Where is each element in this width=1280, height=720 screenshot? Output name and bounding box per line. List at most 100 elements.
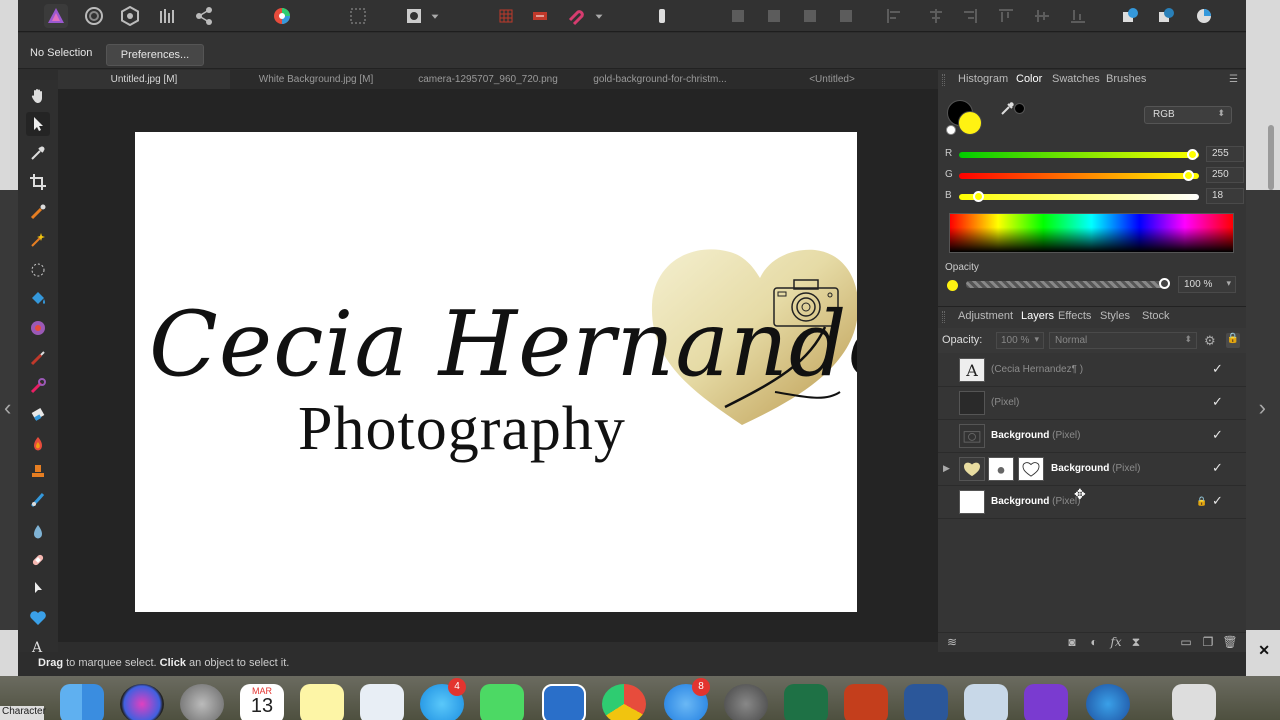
channel-b-value[interactable]: 18 xyxy=(1206,188,1244,204)
tab-stock[interactable]: Stock xyxy=(1142,310,1170,322)
blend-mode-select[interactable]: Normal ⬍ xyxy=(1049,332,1197,349)
excel-icon[interactable] xyxy=(784,684,828,720)
chrome-icon[interactable] xyxy=(602,684,646,720)
channel-r-slider[interactable] xyxy=(959,152,1199,158)
visibility-check-icon[interactable]: ✓ xyxy=(1212,493,1223,509)
live-filter-icon[interactable]: ⧗ xyxy=(1128,635,1144,651)
flood-fill-tool-icon[interactable] xyxy=(26,287,50,311)
layer-row-background-heart[interactable]: ▶ Background (Pixel) ✓ xyxy=(938,453,1246,486)
layer-row-background-white[interactable]: Background (Pixel) 🔒 ✓ xyxy=(938,486,1246,519)
color-spectrum[interactable] xyxy=(949,213,1234,253)
screenflow-icon[interactable] xyxy=(542,684,586,720)
expand-arrow-icon[interactable]: ▶ xyxy=(943,463,950,474)
channel-g-value[interactable]: 250 xyxy=(1206,167,1244,183)
channel-r-value[interactable]: 255 xyxy=(1206,146,1244,162)
panel-grip[interactable] xyxy=(942,74,945,86)
affinity-photo-icon[interactable] xyxy=(1024,684,1068,720)
snapping-dropdown-icon[interactable] xyxy=(592,4,606,28)
new-layer-icon[interactable]: ❐ xyxy=(1200,635,1216,651)
layer-lock-icon[interactable]: 🔒 xyxy=(1196,496,1207,507)
notes-icon[interactable] xyxy=(300,684,344,720)
fx-icon[interactable]: fx xyxy=(1108,635,1124,651)
gear-icon[interactable]: ⚙ xyxy=(1204,333,1216,349)
shape-tool-icon[interactable] xyxy=(26,606,50,630)
channel-g-slider[interactable] xyxy=(959,173,1199,179)
visibility-check-icon[interactable]: ✓ xyxy=(1212,460,1223,476)
selection-brush-tool-icon[interactable] xyxy=(26,200,50,224)
preview-icon[interactable] xyxy=(360,684,404,720)
opacity-slider[interactable] xyxy=(966,281,1166,288)
crop-tool-icon[interactable] xyxy=(26,170,50,194)
erase-tool-icon[interactable] xyxy=(26,402,50,426)
tab-untitled-jpg[interactable]: Untitled.jpg [M] xyxy=(58,70,230,89)
channel-g-knob[interactable] xyxy=(1183,170,1194,181)
tab-adjustment[interactable]: Adjustment xyxy=(958,310,1013,322)
tone-mapping-persona-icon[interactable] xyxy=(156,4,180,28)
paint-brush-tool-icon[interactable] xyxy=(26,346,50,370)
develop-persona-icon[interactable] xyxy=(118,4,142,28)
subtract-shape-icon[interactable] xyxy=(1154,4,1178,28)
adjustment-icon[interactable]: ◐ xyxy=(1086,635,1102,651)
smudge-tool-icon[interactable] xyxy=(26,488,50,512)
channel-r-knob[interactable] xyxy=(1187,149,1198,160)
tab-effects[interactable]: Effects xyxy=(1058,310,1091,322)
secondary-color-swatch[interactable] xyxy=(958,111,982,135)
tab-styles[interactable]: Styles xyxy=(1100,310,1130,322)
tab-brushes[interactable]: Brushes xyxy=(1106,73,1146,85)
clone-tool-icon[interactable] xyxy=(26,460,50,484)
document-canvas[interactable]: Cecia Hernandez Photography xyxy=(135,132,857,612)
tab-color[interactable]: Color xyxy=(1016,73,1042,85)
grid-icon[interactable] xyxy=(494,4,518,28)
calendar-icon[interactable]: MAR 13 xyxy=(240,684,284,720)
tab-histogram[interactable]: Histogram xyxy=(958,73,1008,85)
transform-icon[interactable] xyxy=(528,4,552,28)
tab-white-background[interactable]: White Background.jpg [M] xyxy=(230,70,402,89)
lock-icon[interactable]: 🔒 xyxy=(1226,333,1240,348)
tab-camera-png[interactable]: camera-1295707_960_720.png xyxy=(402,70,574,89)
healing-brush-tool-icon[interactable] xyxy=(26,548,50,572)
blur-tool-icon[interactable] xyxy=(26,520,50,544)
transparent-swatch[interactable] xyxy=(946,125,956,135)
opacity-knob[interactable] xyxy=(1159,278,1170,289)
dodge-tool-icon[interactable] xyxy=(26,432,50,456)
layer-row-pixel[interactable]: (Pixel) ✓ xyxy=(938,387,1246,420)
layers-stack-icon[interactable]: ≋ xyxy=(944,635,960,651)
visibility-check-icon[interactable]: ✓ xyxy=(1212,361,1223,377)
marquee-select-icon[interactable] xyxy=(346,4,370,28)
preferences-button[interactable]: Preferences... xyxy=(106,44,204,66)
visibility-check-icon[interactable]: ✓ xyxy=(1212,394,1223,410)
chevron-right-icon[interactable]: › xyxy=(1259,395,1266,421)
tab-untitled-new[interactable]: <Untitled> xyxy=(746,70,918,89)
assistant-icon[interactable] xyxy=(650,4,674,28)
pen-tool-icon[interactable] xyxy=(26,576,50,600)
hand-tool-icon[interactable] xyxy=(26,84,50,108)
powerpoint-icon[interactable] xyxy=(844,684,888,720)
folder-icon[interactable]: ▭ xyxy=(1178,635,1194,651)
panel-menu-icon[interactable]: ☰ xyxy=(1229,74,1238,85)
system-preferences-icon[interactable] xyxy=(724,684,768,720)
photo-persona-icon[interactable] xyxy=(44,4,68,28)
tab-gold-background[interactable]: gold-background-for-christm... xyxy=(574,70,746,89)
liquify-persona-icon[interactable] xyxy=(82,4,106,28)
color-picker-tool-icon[interactable] xyxy=(26,141,50,165)
launchpad-icon[interactable] xyxy=(180,684,224,720)
messages-icon[interactable]: 4 xyxy=(420,678,466,720)
flood-select-tool-icon[interactable] xyxy=(26,228,50,252)
close-icon[interactable]: ✕ xyxy=(1258,642,1270,659)
app-store-icon[interactable]: 8 xyxy=(664,678,710,720)
dropdown-arrow-icon[interactable] xyxy=(428,4,442,28)
tab-swatches[interactable]: Swatches xyxy=(1052,73,1100,85)
color-replacement-tool-icon[interactable] xyxy=(26,374,50,398)
screen-recorder-icon[interactable] xyxy=(1086,684,1130,720)
mask-mode-icon[interactable] xyxy=(402,4,426,28)
channel-b-slider[interactable] xyxy=(959,194,1199,200)
picked-color-dot[interactable] xyxy=(1014,103,1025,114)
intersect-shape-icon[interactable] xyxy=(1192,4,1216,28)
canvas-area[interactable]: Cecia Hernandez Photography xyxy=(58,89,938,642)
trash-dock-icon[interactable] xyxy=(1172,684,1216,720)
trash-icon[interactable]: 🗑 xyxy=(1222,635,1238,651)
gradient-tool-icon[interactable] xyxy=(26,316,50,340)
layer-row-text[interactable]: A (Cecia Hernandez¶ ) ✓ xyxy=(938,354,1246,387)
facetime-icon[interactable] xyxy=(480,684,524,720)
tab-layers[interactable]: Layers xyxy=(1021,310,1054,322)
